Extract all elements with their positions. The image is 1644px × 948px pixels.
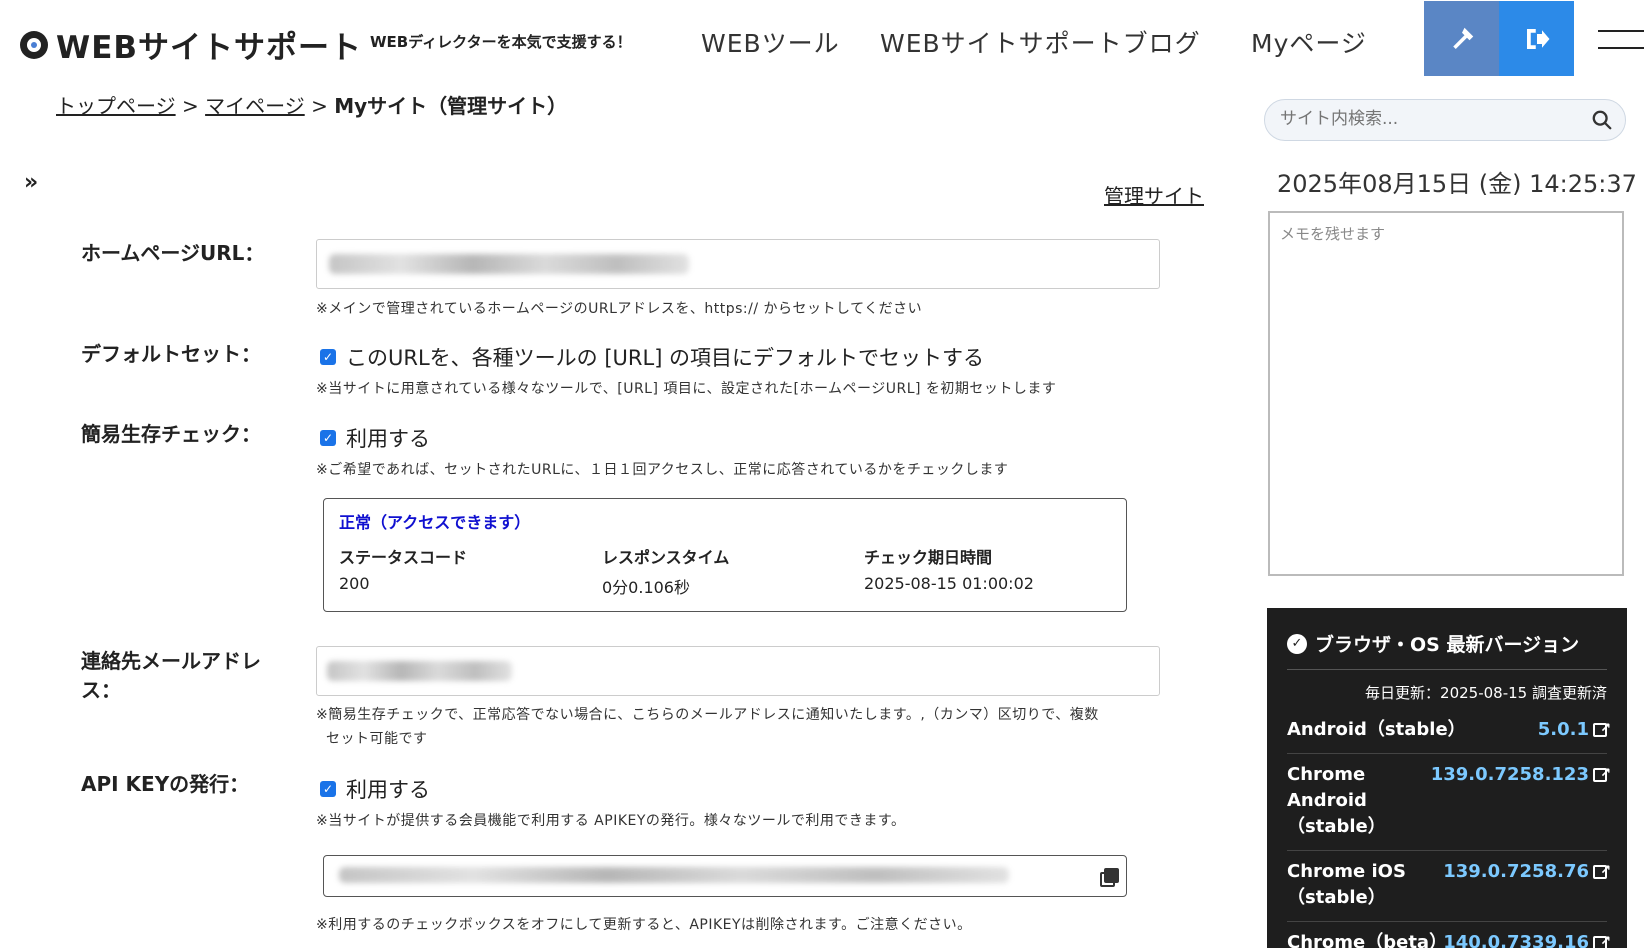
breadcrumb-separator: >	[181, 94, 199, 118]
search-input[interactable]	[1280, 109, 1580, 129]
email-label: 連絡先メールアドレ ス：	[81, 647, 261, 705]
external-link-icon	[1593, 858, 1611, 884]
response-time-value: 0分0.106秒	[602, 578, 690, 597]
default-set-label: デフォルトセット：	[81, 342, 261, 366]
email-input[interactable]	[316, 646, 1160, 696]
version-value[interactable]: 139.0.7258.76	[1443, 858, 1611, 885]
alive-status-panel: 正常（アクセスできます） ステータスコード 200 レスポンスタイム 0分0.1…	[323, 498, 1127, 612]
menu-icon[interactable]	[1598, 30, 1644, 64]
breadcrumb-mypage[interactable]: マイページ	[205, 94, 305, 118]
api-key-footer-note: ※利用するのチェックボックスをオフにして更新すると、APIKEYは削除されます。…	[316, 917, 972, 933]
alive-check-row: ✓ 利用する	[320, 423, 430, 453]
api-key-row: ✓ 利用する	[320, 774, 430, 804]
nav-mypage[interactable]: Myページ	[1251, 24, 1367, 60]
api-key-field[interactable]	[323, 855, 1127, 897]
hammer-icon	[1452, 27, 1473, 49]
version-value[interactable]: 5.0.1	[1538, 716, 1611, 743]
version-row[interactable]: Chrome iOS（stable） 139.0.7258.76	[1287, 851, 1611, 922]
check-circle-icon: ✓	[1287, 633, 1307, 654]
version-value[interactable]: 139.0.7258.123	[1431, 761, 1611, 788]
site-logo[interactable]: WEBサイトサポート	[20, 22, 362, 67]
version-value[interactable]: 140.0.7339.16	[1443, 929, 1611, 948]
clock: 2025年08月15日 (金) 14:25:37	[1277, 170, 1637, 198]
redacted-value	[327, 661, 512, 681]
status-code-value: 200	[339, 574, 370, 593]
email-note-line1: ※簡易生存チェックで、正常応答でない場合に、こちらのメールアドレスに通知いたしま…	[316, 707, 1099, 723]
expand-icon[interactable]: »	[24, 170, 38, 195]
admin-site-link[interactable]: 管理サイト	[1104, 180, 1204, 209]
redacted-value	[339, 867, 1009, 883]
api-key-checkbox[interactable]: ✓	[320, 781, 336, 797]
nav-web-tools[interactable]: WEBツール	[701, 24, 840, 60]
status-code-head: ステータスコード	[339, 548, 468, 567]
api-key-label: API KEYの発行：	[81, 772, 250, 796]
breadcrumb-current: Myサイト（管理サイト）	[334, 94, 568, 118]
alive-check-label: 簡易生存チェック：	[81, 422, 261, 446]
alive-check-checkbox[interactable]: ✓	[320, 430, 336, 446]
version-name: Chrome Android（stable）	[1287, 764, 1386, 837]
site-search	[1264, 99, 1626, 141]
check-time-col: チェック期日時間 2025-08-15 01:00:02	[864, 544, 1034, 593]
response-time-col: レスポンスタイム 0分0.106秒	[602, 544, 729, 598]
version-row[interactable]: Chrome Android（stable） 139.0.7258.123	[1287, 754, 1611, 851]
alive-check-note: ※ご希望であれば、セットされたURLに、１日１回アクセスし、正常に応答されている…	[316, 462, 1009, 478]
default-set-checkbox[interactable]: ✓	[320, 349, 336, 365]
logo-icon	[20, 30, 48, 59]
check-time-value: 2025-08-15 01:00:02	[864, 574, 1034, 593]
response-time-head: レスポンスタイム	[602, 548, 730, 567]
versions-title: ✓ ブラウザ・OS 最新バージョン	[1287, 630, 1607, 670]
browser-versions-panel: ✓ ブラウザ・OS 最新バージョン 毎日更新：2025-08-15 調査更新済 …	[1267, 608, 1627, 948]
homepage-url-label: ホームページURL：	[81, 241, 265, 265]
search-icon[interactable]	[1591, 109, 1613, 131]
email-label-line2: ス：	[81, 678, 121, 702]
memo-box	[1268, 211, 1624, 576]
nav-blog[interactable]: WEBサイトサポートブログ	[880, 24, 1201, 60]
breadcrumb-top[interactable]: トップページ	[56, 94, 176, 118]
version-name: Android（stable）	[1287, 719, 1466, 740]
email-note-line2: セット可能です	[326, 731, 428, 747]
versions-title-text: ブラウザ・OS 最新バージョン	[1315, 634, 1580, 656]
version-name: Chrome（beta）	[1287, 932, 1448, 948]
site-header: WEBサイトサポート WEBディレクターを本気で支援する！ WEBツール WEB…	[0, 0, 1644, 80]
versions-updated: 毎日更新：2025-08-15 調査更新済	[1365, 684, 1607, 702]
breadcrumb: トップページ > マイページ > Myサイト（管理サイト）	[56, 90, 567, 119]
copy-icon[interactable]	[1100, 868, 1119, 887]
external-link-icon	[1593, 716, 1611, 742]
logo-text: WEBサイトサポート	[56, 30, 362, 66]
version-row[interactable]: Android（stable） 5.0.1	[1287, 709, 1611, 754]
logout-icon	[1526, 28, 1549, 49]
external-link-icon	[1593, 761, 1611, 787]
external-link-icon	[1593, 929, 1611, 948]
homepage-url-note: ※メインで管理されているホームページのURLアドレスを、https:// からセ…	[316, 301, 923, 317]
status-state: 正常（アクセスできます）	[339, 513, 531, 532]
version-row[interactable]: Chrome（beta） 140.0.7339.16	[1287, 922, 1611, 948]
memo-textarea[interactable]	[1270, 213, 1622, 574]
default-set-checkbox-label: このURLを、各種ツールの [URL] の項目にデフォルトでセットする	[346, 346, 985, 370]
redacted-value	[329, 254, 689, 274]
api-key-checkbox-label: 利用する	[346, 778, 430, 802]
default-set-note: ※当サイトに用意されている様々なツールで、[URL] 項目に、設定された[ホーム…	[316, 381, 1057, 397]
status-code-col: ステータスコード 200	[339, 544, 467, 593]
logout-button[interactable]	[1499, 1, 1574, 76]
breadcrumb-separator: >	[311, 94, 328, 118]
email-label-line1: 連絡先メールアドレ	[81, 649, 261, 673]
check-time-head: チェック期日時間	[864, 548, 993, 567]
homepage-url-input[interactable]	[316, 239, 1160, 289]
version-name: Chrome iOS（stable）	[1287, 861, 1406, 908]
tool-button[interactable]	[1424, 1, 1499, 76]
default-set-row: ✓ このURLを、各種ツールの [URL] の項目にデフォルトでセットする	[320, 342, 984, 372]
alive-check-checkbox-label: 利用する	[346, 427, 430, 451]
tagline: WEBディレクターを本気で支援する！	[370, 33, 632, 51]
api-key-note: ※当サイトが提供する会員機能で利用する APIKEYの発行。様々なツールで利用で…	[316, 813, 906, 829]
